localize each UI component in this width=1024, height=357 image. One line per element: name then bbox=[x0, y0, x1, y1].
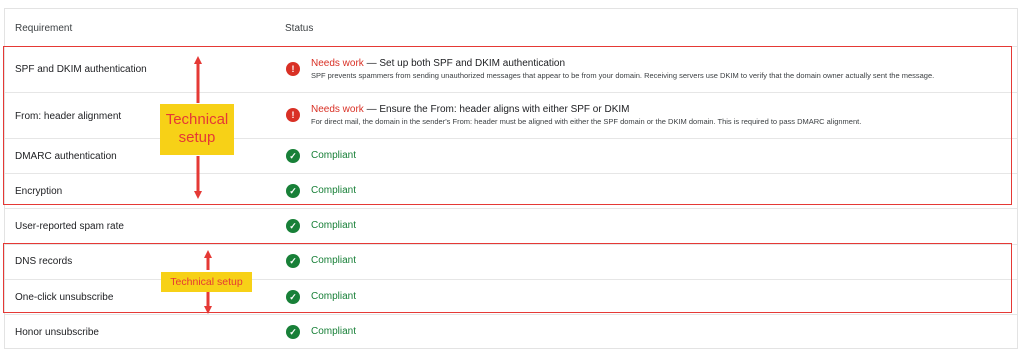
annotation-callout-technical-setup-small: Technical setup bbox=[161, 272, 252, 292]
callout-line-1: Technical bbox=[165, 111, 229, 128]
annotation-callout-technical-setup: Technical setup bbox=[160, 104, 234, 155]
annotation-arrows bbox=[194, 56, 212, 314]
deliverability-compliance-panel: Requirement Status SPF and DKIM authenti… bbox=[0, 0, 1024, 357]
callout-line-2: setup bbox=[178, 129, 216, 146]
